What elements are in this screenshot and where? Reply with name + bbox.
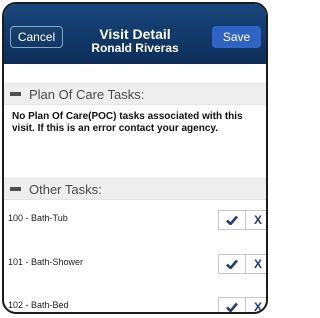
save-button[interactable]: Save	[212, 26, 261, 48]
poc-section-header: Plan Of Care Tasks:	[4, 83, 266, 105]
checkmark-icon	[226, 259, 238, 269]
patient-name: Ronald Riveras	[91, 41, 179, 55]
task-row: 100 - Bath-Tub X	[4, 210, 266, 230]
page-title: Visit Detail Ronald Riveras	[64, 27, 206, 55]
task-action-group: X	[218, 210, 266, 230]
complete-task-button[interactable]	[219, 211, 246, 229]
checkmark-icon	[226, 215, 238, 225]
task-action-group: X	[218, 297, 266, 312]
other-tasks-section-title: Other Tasks:	[29, 181, 102, 197]
task-row: 101 - Bath-Shower X	[4, 254, 266, 274]
decline-task-button[interactable]: X	[246, 211, 266, 229]
task-row: 102 - Bath-Bed X	[4, 297, 266, 312]
decline-task-button[interactable]: X	[246, 298, 266, 312]
task-action-group: X	[218, 254, 266, 274]
complete-task-button[interactable]	[219, 298, 246, 312]
other-tasks-section-header: Other Tasks:	[4, 178, 266, 200]
complete-task-button[interactable]	[219, 255, 246, 273]
minus-icon	[10, 187, 21, 191]
decline-task-button[interactable]: X	[246, 255, 266, 273]
task-label: 100 - Bath-Tub	[8, 213, 68, 223]
minus-icon	[10, 92, 21, 96]
task-label: 102 - Bath-Bed	[8, 300, 69, 310]
poc-empty-message: No Plan Of Care(POC) tasks associated wi…	[12, 111, 243, 134]
navigation-bar: Cancel Visit Detail Ronald Riveras Save	[4, 4, 266, 64]
cancel-button[interactable]: Cancel	[10, 26, 63, 48]
checkmark-icon	[226, 302, 238, 312]
page-title-text: Visit Detail	[99, 26, 171, 42]
device-frame: Cancel Visit Detail Ronald Riveras Save …	[2, 2, 268, 314]
task-label: 101 - Bath-Shower	[8, 257, 84, 267]
poc-section-title: Plan Of Care Tasks:	[29, 86, 145, 102]
